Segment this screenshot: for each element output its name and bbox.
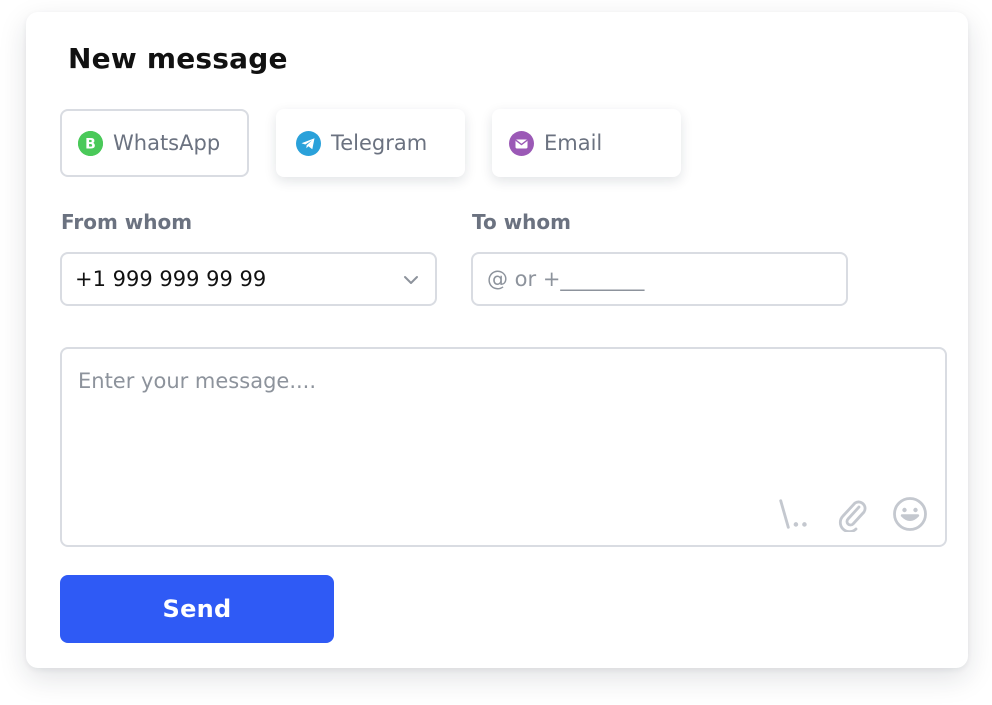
page-title: New message [68, 42, 288, 75]
smiley-icon[interactable] [891, 495, 929, 533]
channel-whatsapp[interactable]: B WhatsApp [60, 109, 249, 177]
chevron-down-icon [403, 270, 419, 289]
channel-label: Telegram [331, 131, 428, 155]
channel-label: Email [544, 131, 603, 155]
from-label: From whom [61, 210, 193, 234]
from-select[interactable]: +1 999 999 99 99 [60, 252, 437, 306]
svg-text:B: B [85, 136, 96, 152]
message-placeholder: Enter your message.... [78, 369, 317, 393]
to-input[interactable]: @ or +________ [471, 252, 848, 306]
command-icon[interactable] [775, 495, 813, 533]
telegram-icon [296, 130, 321, 156]
new-message-card: New message B WhatsApp Telegram Email Fr… [26, 12, 968, 668]
from-value: +1 999 999 99 99 [75, 267, 267, 291]
message-toolbar [775, 495, 929, 533]
to-placeholder: @ or +________ [487, 267, 645, 291]
to-label: To whom [472, 210, 571, 234]
channel-telegram[interactable]: Telegram [276, 109, 465, 177]
paperclip-icon[interactable] [833, 495, 871, 533]
send-button[interactable]: Send [60, 575, 334, 643]
message-textarea[interactable]: Enter your message.... [60, 347, 947, 547]
email-icon [509, 130, 534, 156]
channel-email[interactable]: Email [492, 109, 681, 177]
channel-label: WhatsApp [113, 131, 221, 155]
whatsapp-icon: B [78, 130, 103, 156]
